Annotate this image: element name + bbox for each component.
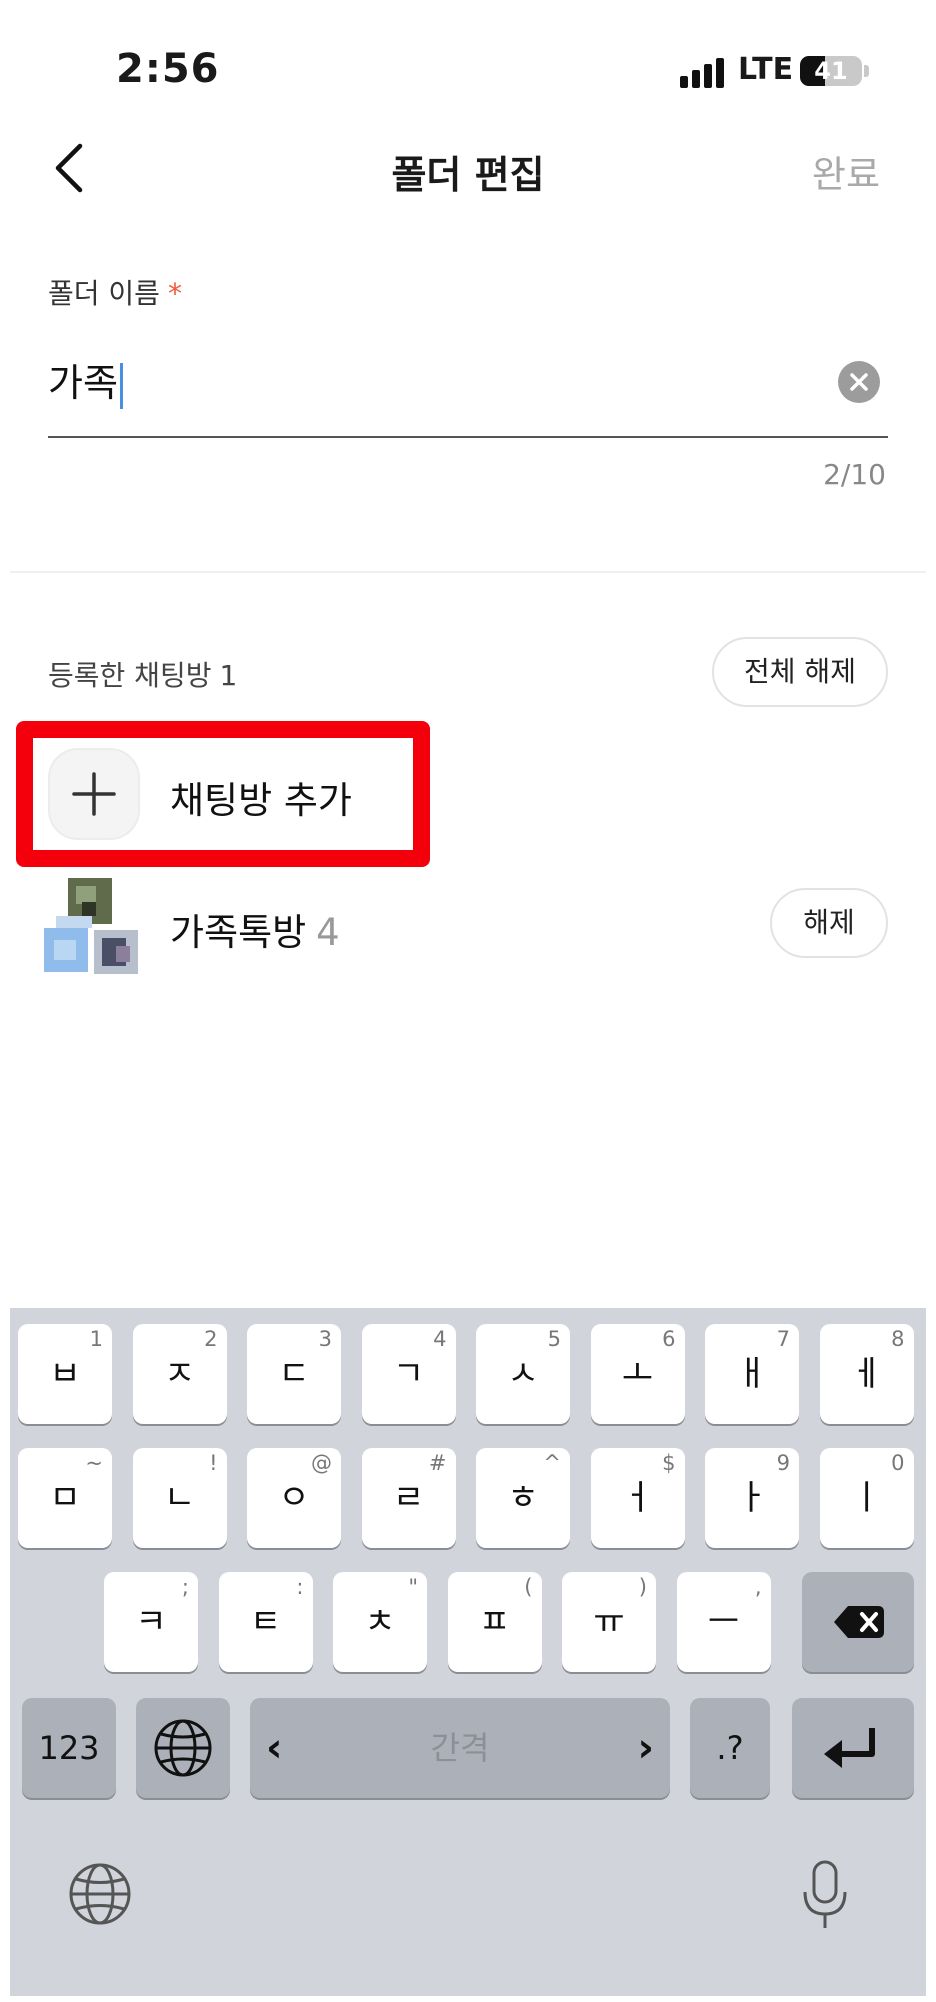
key-hint: 3 xyxy=(318,1327,332,1351)
key-hint: @ xyxy=(311,1451,332,1475)
key-hint: ; xyxy=(181,1575,189,1599)
key-6[interactable]: ㅡ, xyxy=(676,1572,771,1672)
group-avatar xyxy=(40,874,140,974)
key-3[interactable]: ㄷ3 xyxy=(247,1324,341,1424)
punctuation-key[interactable]: .? xyxy=(690,1698,770,1798)
signal-icon xyxy=(680,58,726,88)
release-all-button[interactable]: 전체 해제 xyxy=(712,637,888,707)
registered-chats-count: 1 xyxy=(219,659,238,692)
clear-input-button[interactable] xyxy=(838,361,880,403)
chat-name-text: 가족톡방 xyxy=(170,911,307,954)
key-hint: ^ xyxy=(543,1451,561,1475)
key-hint: $ xyxy=(662,1451,676,1475)
key-1[interactable]: ㅁ ~ xyxy=(18,1448,112,1548)
key-hint: # xyxy=(428,1451,447,1475)
registered-chats-label: 등록한 채팅방 1 xyxy=(48,654,237,694)
folder-name-input[interactable]: 가족 xyxy=(48,352,123,409)
key-4[interactable]: ㅍ( xyxy=(447,1572,542,1672)
key-hint: ( xyxy=(524,1575,533,1599)
key-hint: 7 xyxy=(776,1327,790,1351)
key-hint: " xyxy=(408,1575,418,1599)
key-hint: ! xyxy=(209,1451,218,1475)
key-7[interactable]: ㅏ9 xyxy=(705,1448,799,1548)
chat-list-item: 가족톡방 4 xyxy=(40,872,896,976)
return-icon xyxy=(824,1728,875,1768)
key-2[interactable]: ㄴ! xyxy=(132,1448,227,1548)
folder-name-label: 폴더 이름 * xyxy=(48,272,182,312)
key-5[interactable]: ㅅ5 xyxy=(476,1324,570,1424)
folder-name-label-text: 폴더 이름 xyxy=(48,277,160,310)
key-7[interactable]: ㅐ7 xyxy=(705,1324,799,1424)
backspace-key[interactable] xyxy=(802,1572,914,1672)
key-3[interactable]: ㅊ " xyxy=(333,1572,427,1672)
numbers-key-label: 123 xyxy=(38,1729,100,1767)
member-count: 4 xyxy=(316,911,340,954)
key-hint: 6 xyxy=(662,1327,676,1351)
key-hint: ) xyxy=(638,1575,647,1599)
key-4[interactable]: ㄹ # xyxy=(361,1448,456,1548)
section-divider xyxy=(10,571,926,573)
key-5[interactable]: ㅎ ^ xyxy=(476,1448,570,1548)
highlight-annotation-box xyxy=(16,721,430,867)
return-key[interactable] xyxy=(792,1698,914,1798)
registered-chats-label-text: 등록한 채팅방 xyxy=(48,659,212,692)
folder-name-value: 가족 xyxy=(48,361,118,405)
chat-name: 가족톡방 4 xyxy=(170,902,340,956)
required-mark: * xyxy=(167,277,182,310)
cursor-right-icon: › xyxy=(637,1725,654,1771)
page-title: 폴더 편집 xyxy=(391,153,545,197)
key-8[interactable]: ㅔ8 xyxy=(819,1324,914,1424)
done-button[interactable]: 완료 xyxy=(812,144,880,198)
key-2[interactable]: ㅌ: xyxy=(218,1572,313,1672)
key-4[interactable]: ㄱ4 xyxy=(361,1324,456,1424)
key-hint: 5 xyxy=(547,1327,561,1351)
space-key[interactable]: ‹ 간격 › xyxy=(250,1698,670,1798)
key-hint: 2 xyxy=(204,1327,218,1351)
battery-icon: 41 xyxy=(800,56,862,86)
key-3[interactable]: ㅇ @ xyxy=(247,1448,341,1548)
key-hint: 0 xyxy=(891,1451,905,1475)
key-hint: , xyxy=(754,1575,762,1599)
key-hint: 4 xyxy=(433,1327,447,1351)
key-6[interactable]: ㅗ6 xyxy=(590,1324,685,1424)
network-type: LTE xyxy=(738,52,794,87)
key-hint: ~ xyxy=(85,1451,103,1475)
key-1[interactable]: ㅂ1 xyxy=(18,1324,112,1424)
key-1[interactable]: ㅋ; xyxy=(104,1572,198,1672)
battery-level: 41 xyxy=(814,57,848,85)
backspace-icon xyxy=(834,1606,884,1638)
space-key-label: 간격 xyxy=(430,1729,490,1767)
microphone-icon[interactable] xyxy=(798,1858,852,1934)
status-time: 2:56 xyxy=(116,46,220,92)
battery-tip xyxy=(864,65,869,77)
text-caret xyxy=(119,362,123,409)
char-count: 2/10 xyxy=(823,458,886,491)
key-hint: 1 xyxy=(89,1327,103,1351)
release-chat-button[interactable]: 해제 xyxy=(770,888,888,958)
nav-bar: 폴더 편집 완료 xyxy=(0,130,936,210)
key-hint: 8 xyxy=(891,1327,905,1351)
globe-key[interactable] xyxy=(136,1698,230,1798)
key-8[interactable]: ㅣ0 xyxy=(819,1448,914,1548)
key-2[interactable]: ㅈ2 xyxy=(132,1324,227,1424)
close-icon xyxy=(850,373,868,391)
status-bar: 2:56 LTE 41 xyxy=(0,0,936,140)
globe-icon[interactable] xyxy=(66,1860,134,1928)
key-hint: : xyxy=(296,1575,304,1599)
key-6[interactable]: ㅓ $ xyxy=(590,1448,685,1548)
keyboard: ㅂ1ㅈ2ㄷ3ㄱ4ㅅ5ㅗ6ㅐ7ㅔ8 ㅁ ~ ㄴ! ㅇ @ ㄹ # ㅎ ^ ㅓ $ ㅏ 9 ㅣ 0 ㅋ; ㅌ: ㅊ "… xyxy=(10,1308,926,1996)
input-underline xyxy=(48,436,888,438)
key-hint: 9 xyxy=(776,1451,790,1475)
punctuation-key-label: .? xyxy=(716,1729,744,1767)
globe-icon xyxy=(154,1719,212,1777)
numbers-key[interactable]: 123 xyxy=(22,1698,116,1798)
key-5[interactable]: ㅠ) xyxy=(562,1572,656,1672)
